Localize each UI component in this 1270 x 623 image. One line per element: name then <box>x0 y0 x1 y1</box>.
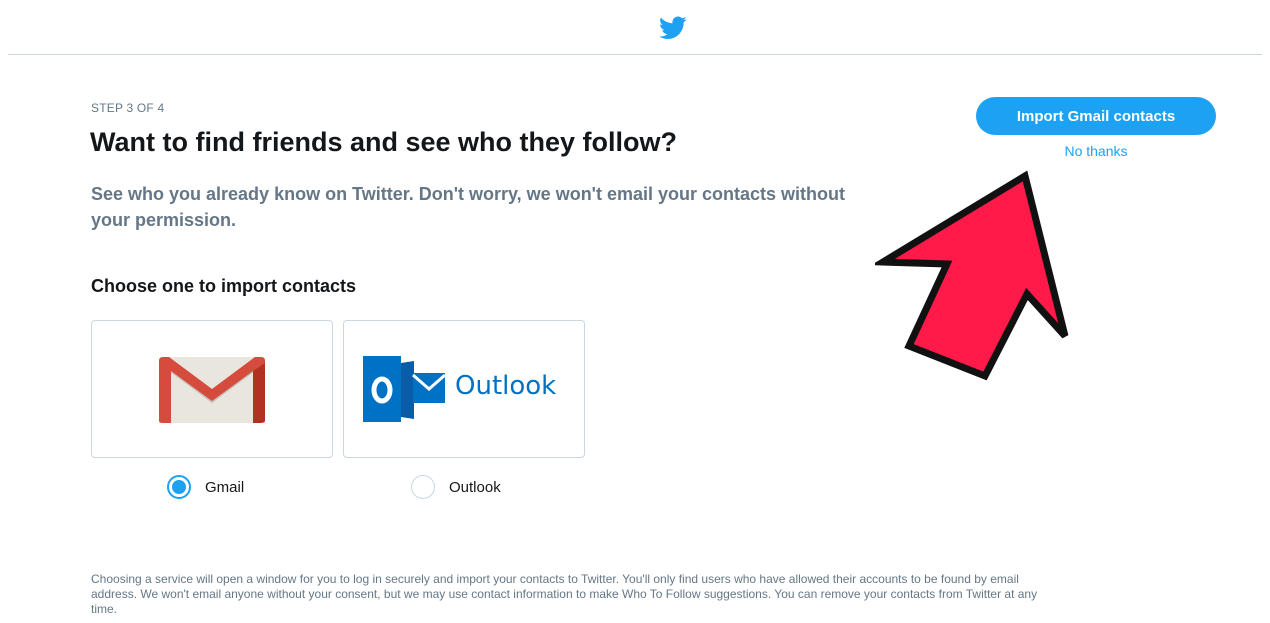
top-bar <box>0 0 1270 55</box>
page-title: Want to find friends and see who they fo… <box>90 127 677 157</box>
outlook-logo-text: Outlook <box>455 371 557 401</box>
gmail-provider-card[interactable] <box>91 320 333 458</box>
red-arrow-icon <box>875 170 1069 381</box>
gmail-logo-icon <box>159 357 265 423</box>
header-divider <box>8 54 1262 55</box>
gmail-radio-button[interactable] <box>167 475 191 499</box>
gmail-radio-option[interactable]: Gmail <box>167 474 244 500</box>
choose-provider-heading: Choose one to import contacts <box>91 276 357 296</box>
gmail-radio-label: Gmail <box>205 478 245 496</box>
outlook-radio-option[interactable]: Outlook <box>411 474 501 500</box>
no-thanks-link[interactable]: No thanks <box>976 143 1216 159</box>
step-indicator: STEP 3 OF 4 <box>91 101 165 115</box>
twitter-bird-icon[interactable] <box>659 16 687 40</box>
outlook-radio-button[interactable] <box>411 475 435 499</box>
page-subtitle: See who you already know on Twitter. Don… <box>91 184 845 230</box>
outlook-provider-card[interactable]: Outlook <box>343 320 585 458</box>
privacy-footer-note: Choosing a service will open a window fo… <box>91 572 1038 616</box>
outlook-radio-label: Outlook <box>449 478 501 496</box>
import-contacts-button[interactable]: Import Gmail contacts <box>976 97 1216 135</box>
